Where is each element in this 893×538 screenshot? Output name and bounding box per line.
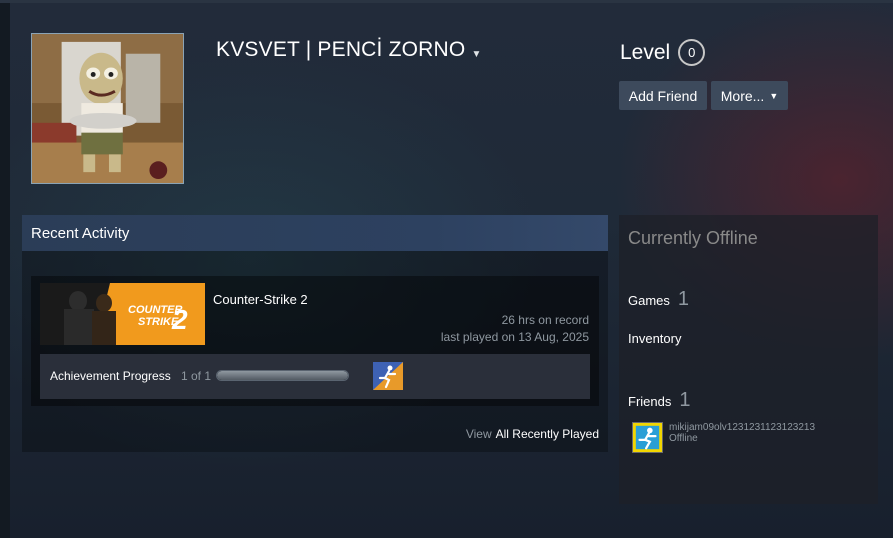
chevron-down-icon[interactable]: ▼ — [471, 49, 481, 60]
view-all-link: View All Recently Played — [466, 427, 599, 441]
level-label: Level — [620, 40, 671, 64]
add-friend-button[interactable]: Add Friend — [619, 81, 707, 110]
inventory-stat[interactable]: Inventory — [628, 331, 681, 346]
game-capsule[interactable]: COUNTER STRIKE 2 — [40, 283, 205, 345]
games-label: Games — [628, 293, 670, 308]
achievement-icon[interactable] — [373, 362, 403, 390]
more-label: More... — [720, 87, 765, 104]
level-badge[interactable]: 0 — [678, 39, 706, 66]
inventory-label: Inventory — [628, 331, 682, 346]
recent-activity-header: Recent Activity — [22, 215, 608, 251]
achievement-row: Achievement Progress 1 of 1 — [40, 354, 590, 399]
achievement-progress-bar — [216, 370, 349, 381]
runner-icon — [373, 362, 403, 390]
runner-icon — [633, 423, 662, 452]
recent-activity-panel: Recent Activity COUNTER STRIKE 2 Counter… — [22, 215, 608, 452]
achievement-count: 1 of 1 — [181, 369, 212, 383]
avatar-cartoon-image — [32, 34, 183, 183]
friend-status: Offline — [669, 433, 698, 444]
friends-count: 1 — [679, 389, 691, 411]
more-button[interactable]: More... ▼ — [711, 81, 788, 110]
all-recently-played-link[interactable]: All Recently Played — [496, 427, 599, 441]
friend-item[interactable]: mikijam09olv1231231123123213 Offline — [632, 422, 815, 453]
recent-activity-title: Recent Activity — [31, 224, 130, 242]
friend-name: mikijam09olv1231231123123213 — [669, 422, 816, 433]
friends-stat[interactable]: Friends 1 — [628, 389, 690, 412]
left-frame — [0, 0, 10, 538]
chevron-down-icon: ▼ — [769, 90, 779, 101]
game-last-played: last played on 13 Aug, 2025 — [440, 330, 589, 344]
achievement-progress-fill — [217, 371, 348, 380]
games-count: 1 — [677, 288, 690, 310]
persona-name[interactable]: KVSVET | PENCİ ZORNO ▼ — [216, 38, 482, 62]
cs2-capsule-image: COUNTER STRIKE 2 — [40, 283, 205, 345]
persona-name-text: KVSVET | PENCİ ZORNO — [216, 38, 466, 61]
status-panel: Currently Offline Games 1 Inventory Frie… — [619, 215, 878, 504]
friend-avatar[interactable] — [632, 422, 663, 453]
level-display: Level 0 — [620, 39, 706, 66]
profile-avatar[interactable] — [31, 33, 184, 184]
view-label: View — [465, 427, 492, 441]
add-friend-label: Add Friend — [628, 87, 698, 104]
games-stat[interactable]: Games 1 — [628, 288, 689, 311]
game-card: COUNTER STRIKE 2 Counter-Strike 2 26 hrs… — [31, 276, 599, 406]
friends-label: Friends — [628, 394, 672, 409]
top-frame — [0, 0, 893, 3]
achievement-label: Achievement Progress — [50, 369, 171, 383]
game-name-link[interactable]: Counter-Strike 2 — [213, 292, 308, 307]
friend-info: mikijam09olv1231231123123213 Offline — [669, 422, 815, 444]
online-status-title: Currently Offline — [628, 228, 758, 248]
game-hours: 26 hrs on record — [501, 313, 589, 327]
capsule-number: 2 — [171, 304, 188, 335]
